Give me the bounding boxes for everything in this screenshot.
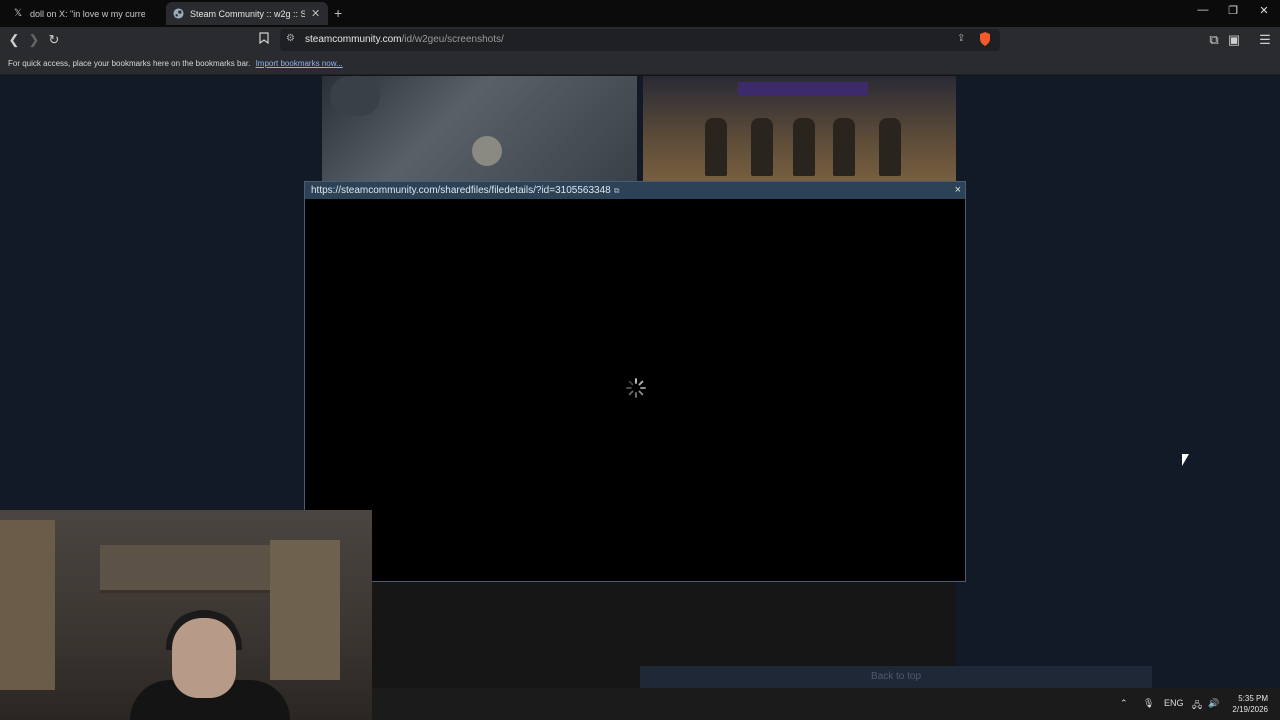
bookmarks-hint: For quick access, place your bookmarks h… xyxy=(8,59,251,68)
import-bookmarks-link[interactable]: Import bookmarks now... xyxy=(256,59,343,68)
minimize-icon[interactable]: — xyxy=(1188,4,1218,16)
taskbar: ⌃ 🎙 ENG 🖧 🔊 5:35 PM 2/19/2026 xyxy=(372,688,1280,720)
chevron-up-icon[interactable]: ⌃ xyxy=(1120,698,1128,709)
url-path: /id/w2geu/screenshots/ xyxy=(401,34,504,45)
close-window-icon[interactable]: ✕ xyxy=(1249,4,1279,17)
screenshot-thumbnail[interactable] xyxy=(643,76,956,184)
brave-shield-icon[interactable] xyxy=(979,32,991,51)
bookmark-icon[interactable] xyxy=(256,32,272,47)
steam-icon xyxy=(172,8,184,20)
clock-time: 5:35 PM xyxy=(1238,694,1268,703)
url-text: steamcommunity.com/id/w2geu/screenshots/ xyxy=(305,34,504,45)
tab-strip: 𝕏 doll on X: "in love w my current stea … xyxy=(0,0,1280,27)
back-icon[interactable]: ❮ xyxy=(6,32,22,48)
new-tab-button[interactable]: + xyxy=(334,5,342,21)
toolbar: ❮ ❯ ↻ ⚙ steamcommunity.com/id/w2geu/scre… xyxy=(0,27,1280,53)
menu-icon[interactable]: ☰ xyxy=(1257,32,1273,48)
address-bar[interactable]: ⚙ steamcommunity.com/id/w2geu/screenshot… xyxy=(280,29,1000,51)
modal-close-button[interactable]: × xyxy=(955,184,961,196)
site-info-icon[interactable]: ⚙ xyxy=(286,33,295,44)
network-icon[interactable]: 🖧 xyxy=(1192,698,1202,714)
share-icon[interactable]: ⇪ xyxy=(957,33,965,44)
back-to-top-button[interactable]: Back to top xyxy=(640,666,1152,688)
bookmarks-bar: For quick access, place your bookmarks h… xyxy=(0,53,1280,75)
forward-icon[interactable]: ❯ xyxy=(26,32,42,48)
tab-x-post[interactable]: 𝕏 doll on X: "in love w my current stea xyxy=(6,2,151,25)
screenshot-modal: https://steamcommunity.com/sharedfiles/f… xyxy=(304,181,966,582)
modal-url-link[interactable]: https://steamcommunity.com/sharedfiles/f… xyxy=(311,185,619,196)
restore-icon[interactable]: ❐ xyxy=(1218,4,1248,17)
tab-title: Steam Community :: w2g :: Scree xyxy=(190,8,305,19)
language-indicator[interactable]: ENG xyxy=(1164,698,1184,708)
clock-date: 2/19/2026 xyxy=(1232,705,1268,714)
reload-icon[interactable]: ↻ xyxy=(46,32,62,48)
external-link-icon: ⧉ xyxy=(613,186,620,195)
wallet-icon[interactable]: ▣ xyxy=(1226,32,1242,48)
modal-url-text: https://steamcommunity.com/sharedfiles/f… xyxy=(311,185,611,196)
extensions-icon[interactable]: ⧉ xyxy=(1206,32,1222,48)
modal-header: https://steamcommunity.com/sharedfiles/f… xyxy=(305,182,965,199)
url-host: steamcommunity.com xyxy=(305,34,402,45)
tab-title: doll on X: "in love w my current stea xyxy=(30,8,145,19)
microphone-icon[interactable]: 🎙 xyxy=(1143,698,1154,709)
tab-steam-community[interactable]: Steam Community :: w2g :: Scree ✕ xyxy=(166,2,328,25)
x-logo-icon: 𝕏 xyxy=(13,8,23,19)
webcam-overlay xyxy=(0,510,372,720)
clock[interactable]: 5:35 PM 2/19/2026 xyxy=(1232,693,1268,715)
close-tab-icon[interactable]: ✕ xyxy=(311,7,320,20)
mouse-cursor-icon xyxy=(1182,454,1189,466)
loading-spinner-icon xyxy=(626,378,646,398)
screenshot-thumbnail[interactable] xyxy=(322,76,637,184)
volume-icon[interactable]: 🔊 xyxy=(1208,698,1219,709)
